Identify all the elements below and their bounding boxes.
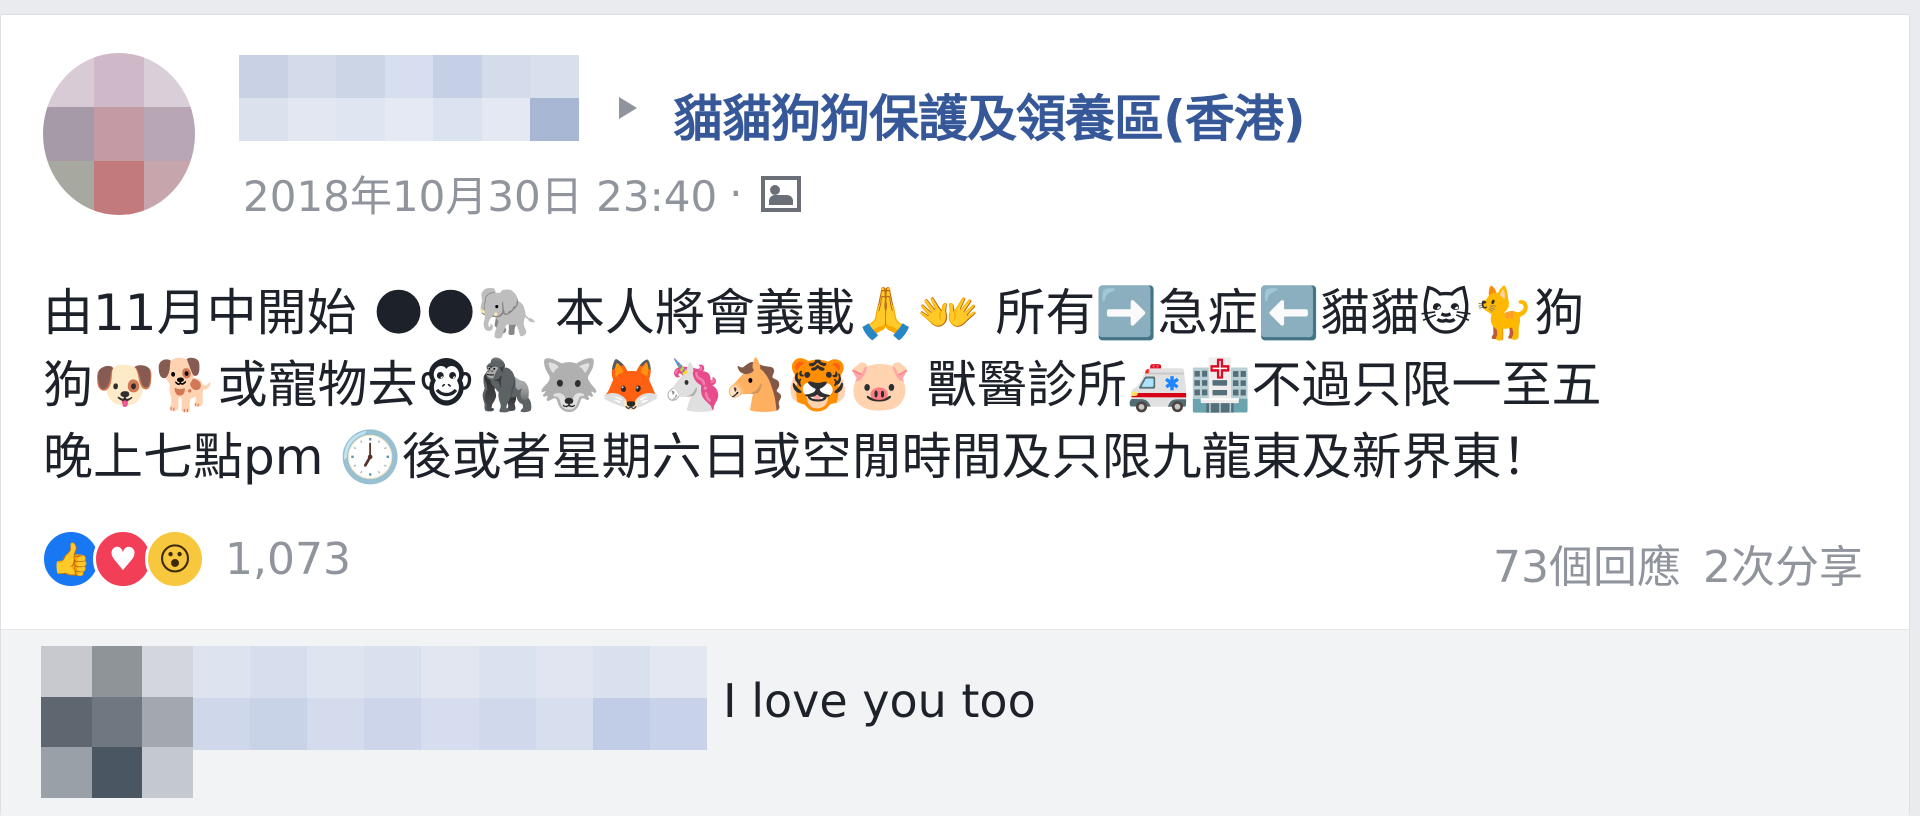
meta-separator: · — [729, 169, 743, 218]
post-text-line: 狗🐶🐕或寵物去🐵🦍🐺🦊🦄🐴🐯🐷 獸醫診所🚑🏥不過只限一至五 — [43, 356, 1602, 414]
like-reaction-icon: 👍 — [41, 529, 101, 589]
comment-text: I love you too — [723, 674, 1036, 728]
commenter-avatar[interactable] — [41, 646, 193, 798]
post-meta: 2018年10月30日 23:40 · — [243, 163, 801, 224]
post-timestamp[interactable]: 2018年10月30日 23:40 — [243, 163, 717, 224]
comments-count-link[interactable]: 73個回應 — [1493, 531, 1681, 595]
post-stats: 73個回應 2次分享 — [1493, 531, 1863, 595]
love-reaction-icon: ♥ — [93, 529, 153, 589]
reaction-count[interactable]: 1,073 — [225, 534, 351, 585]
group-members-icon[interactable] — [760, 175, 801, 212]
shares-count-link[interactable]: 2次分享 — [1703, 531, 1863, 595]
arrow-right-icon — [619, 97, 637, 119]
group-name-link[interactable]: 貓貓狗狗保護及領養區(香港) — [673, 79, 1306, 151]
poster-name-pixelated[interactable] — [239, 55, 579, 141]
post-body: 由11月中開始 🌑🌑🐘 本人將會義載🙏👐 所有➡️急症⬅️貓貓🐱🐈狗 狗🐶🐕或寵… — [43, 277, 1823, 493]
poster-avatar[interactable] — [43, 53, 195, 215]
reactions-summary[interactable]: 👍 ♥ 😮 1,073 — [41, 529, 351, 589]
post-text-line: 晚上七點pm 🕖後或者星期六日或空閒時間及只限九龍東及新界東！ — [43, 428, 1552, 486]
post-text-line: 由11月中開始 🌑🌑🐘 本人將會義載🙏👐 所有➡️急症⬅️貓貓🐱🐈狗 — [43, 284, 1585, 342]
commenter-name-pixelated[interactable] — [193, 646, 707, 750]
comment-section: I love you too — [1, 629, 1909, 816]
post-card: 貓貓狗狗保護及領養區(香港) 2018年10月30日 23:40 · 由11月中… — [0, 14, 1910, 816]
wow-reaction-icon: 😮 — [145, 529, 205, 589]
